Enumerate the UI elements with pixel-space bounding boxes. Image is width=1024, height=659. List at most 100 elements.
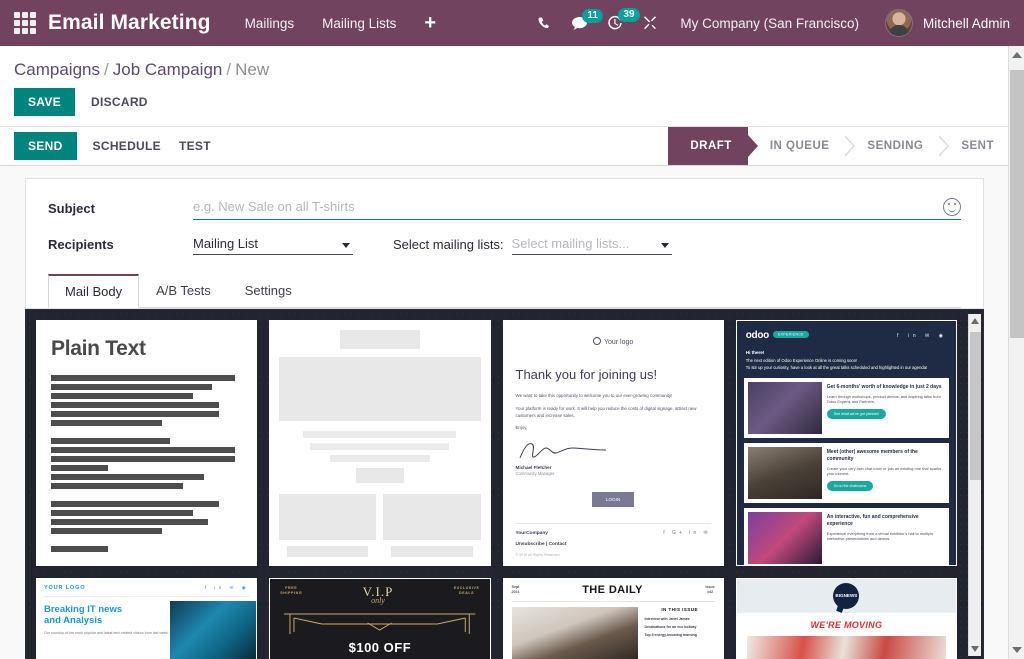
- big-news-badge-icon: BIG NEWS: [833, 583, 860, 609]
- daily-item: Destinations for an eco holiday: [644, 625, 697, 629]
- tab-settings[interactable]: Settings: [228, 274, 309, 308]
- gallery-scroll-up-icon[interactable]: [971, 318, 979, 324]
- apps-grid-icon[interactable]: [14, 12, 36, 34]
- breadcrumb-current: New: [235, 60, 270, 79]
- itnews-photo: [170, 601, 257, 659]
- vip-offer: $100 OFF: [348, 640, 412, 656]
- template-thankyou-heading: Thank you for joining us!: [515, 366, 658, 382]
- subject-label: Subject: [48, 201, 95, 216]
- daily-body: IN THIS ISSUE Interview with Janet James…: [511, 607, 715, 659]
- odoo-logo: odoo: [745, 330, 770, 341]
- odoo-card-3: An interactive, fun and comprehensive ex…: [743, 508, 949, 565]
- moving-heading: WE'RE MOVING: [810, 620, 883, 630]
- messages-icon[interactable]: 11: [571, 8, 603, 31]
- smiley-icon[interactable]: [943, 197, 961, 216]
- odoo-card-2: Meet (other) awesome members of the comm…: [743, 443, 949, 504]
- breadcrumb-separator-1: /: [104, 60, 109, 79]
- daily-sidebar-title: IN THIS ISSUE: [661, 607, 698, 612]
- company-name[interactable]: My Company (San Francisco): [680, 16, 859, 31]
- mailing-action-buttons: SEND SCHEDULE TEST: [14, 132, 213, 160]
- moving-photo: [746, 636, 946, 659]
- signature-image: [516, 440, 711, 462]
- activities-badge: 39: [618, 8, 640, 22]
- save-button[interactable]: SAVE: [14, 88, 75, 116]
- odoo-card-1-photo: [747, 382, 822, 435]
- gallery-scroll-thumb[interactable]: [970, 332, 981, 480]
- stage-sent[interactable]: SENT: [939, 127, 1010, 165]
- schedule-button[interactable]: SCHEDULE: [91, 132, 163, 160]
- app-brand-title: Email Marketing: [48, 11, 211, 34]
- itnews-logo: YOUR LOGO: [44, 585, 86, 591]
- page-scrollbar[interactable]: [1008, 46, 1024, 659]
- page-scroll-down-icon[interactable]: [1012, 647, 1022, 653]
- gallery-scrollbar[interactable]: [968, 314, 981, 656]
- odoo-card-1-text: Learn through workshops, product demos, …: [826, 393, 941, 405]
- stage-sending[interactable]: SENDING: [845, 127, 950, 165]
- template-card-it-news[interactable]: YOUR LOGO f in ✉ ◉ Breaking IT news and A…: [36, 578, 258, 659]
- daily-name: THE DAILY: [582, 584, 643, 596]
- vip-art-deco-ornament: [280, 608, 479, 638]
- footer-links: Unsubscribe | Contact: [515, 542, 567, 548]
- odoo-card-2-heading: Meet (other) awesome members of the comm…: [826, 449, 918, 462]
- footer-company: YourCompany: [515, 531, 548, 537]
- odoo-intro-2: To stir up your curiosity, have a look a…: [745, 364, 928, 370]
- test-button[interactable]: TEST: [177, 132, 213, 160]
- avatar: [884, 9, 913, 37]
- stage-draft[interactable]: DRAFT: [668, 127, 759, 165]
- user-menu[interactable]: Mitchell Admin: [884, 9, 1010, 37]
- tab-mail-body[interactable]: Mail Body: [48, 274, 140, 308]
- page-scroll-thumb[interactable]: [1010, 70, 1024, 338]
- recipients-select-wrapper: Mailing List: [193, 234, 353, 255]
- odoo-card-2-photo: [747, 447, 822, 500]
- template-thankyou-p1: We want to take this opportunity to welc…: [515, 392, 673, 398]
- phone-icon[interactable]: [537, 16, 552, 31]
- template-thankyou-p3: Enjoy,: [515, 425, 528, 431]
- stage-in-queue[interactable]: IN QUEUE: [747, 127, 855, 165]
- template-card-odoo-experience[interactable]: odoo EXPERIENCE f in ✉ ◉ Hi there! The ne…: [735, 320, 957, 566]
- subject-input[interactable]: [193, 197, 935, 216]
- discard-button[interactable]: DISCARD: [89, 88, 150, 116]
- odoo-card-3-photo: [747, 512, 822, 565]
- recipients-row: Recipients Mailing List Select mailing l…: [48, 234, 961, 255]
- record-action-buttons: SAVE DISCARD: [0, 80, 1024, 126]
- vip-header-row: FREE SHIPPING V.I.P only EXCLUSIVE DEALS: [280, 585, 479, 606]
- top-menu: Mailings Mailing Lists +: [245, 13, 437, 33]
- recipients-select[interactable]: Mailing List: [193, 234, 353, 255]
- daily-masthead: Sept 2021 THE DAILY Issue #42: [511, 584, 715, 602]
- breadcrumb-root[interactable]: Campaigns: [14, 60, 100, 79]
- status-pipeline: DRAFT IN QUEUE SENDING SENT: [668, 127, 1010, 165]
- add-new-icon[interactable]: +: [424, 13, 436, 33]
- send-button[interactable]: SEND: [14, 132, 77, 160]
- daily-item: Top 5 energy-boosting morning: [644, 633, 697, 637]
- odoo-pill-badge: EXPERIENCE: [772, 330, 809, 338]
- odoo-card-2-button: Go to the chatrooms: [826, 480, 874, 491]
- activities-clock-icon[interactable]: 39: [607, 8, 640, 31]
- template-grid: Plain Text Your logo Thank you for joini…: [36, 320, 973, 659]
- menu-item-mailing-lists[interactable]: Mailing Lists: [322, 16, 396, 31]
- messages-badge: 11: [582, 8, 603, 23]
- developer-tools-icon[interactable]: [642, 15, 658, 31]
- odoo-card-1: Get 6-months' worth of knowledge in just…: [743, 378, 949, 439]
- template-card-plain-text[interactable]: Plain Text: [36, 320, 258, 566]
- odoo-card-1-heading: Get 6-months' worth of knowledge in just…: [826, 384, 942, 391]
- template-gallery: Plain Text Your logo Thank you for joini…: [25, 309, 984, 659]
- page-scroll-up-icon[interactable]: [1012, 52, 1022, 58]
- template-card-the-daily[interactable]: Sept 2021 THE DAILY Issue #42 IN THIS ISSU…: [502, 578, 724, 659]
- odoo-app-window: Email Marketing Mailings Mailing Lists +…: [0, 0, 1024, 659]
- mailing-lists-select[interactable]: Select mailing lists...: [511, 234, 672, 255]
- breadcrumb-parent[interactable]: Job Campaign: [113, 60, 223, 79]
- odoo-card-1-button: See what we've got planned: [826, 409, 886, 420]
- template-thankyou-footer: YourCompany Unsubscribe | Contact © 2019…: [515, 523, 711, 558]
- tab-ab-tests[interactable]: A/B Tests: [139, 274, 228, 308]
- template-card-vip[interactable]: FREE SHIPPING V.I.P only EXCLUSIVE DEALS $…: [269, 578, 491, 659]
- daily-item: Interview with Janet James: [644, 617, 690, 621]
- daily-date: Sept 2021: [511, 584, 520, 594]
- odoo-card-3-text: Experience everything from a virtual exh…: [826, 530, 934, 542]
- footer-copyright: © 2019 All Rights Reserved: [515, 552, 560, 557]
- menu-item-mailings[interactable]: Mailings: [245, 16, 295, 31]
- odoo-intro: Hi there! The next edition of Odoo Exper…: [744, 349, 949, 378]
- template-card-were-moving[interactable]: BIG NEWS WE'RE MOVING: [735, 578, 957, 659]
- template-card-thank-you[interactable]: Your logo Thank you for joining us! We w…: [502, 320, 724, 566]
- gallery-scroll-down-icon[interactable]: [971, 646, 979, 652]
- template-card-wireframe[interactable]: [269, 320, 491, 566]
